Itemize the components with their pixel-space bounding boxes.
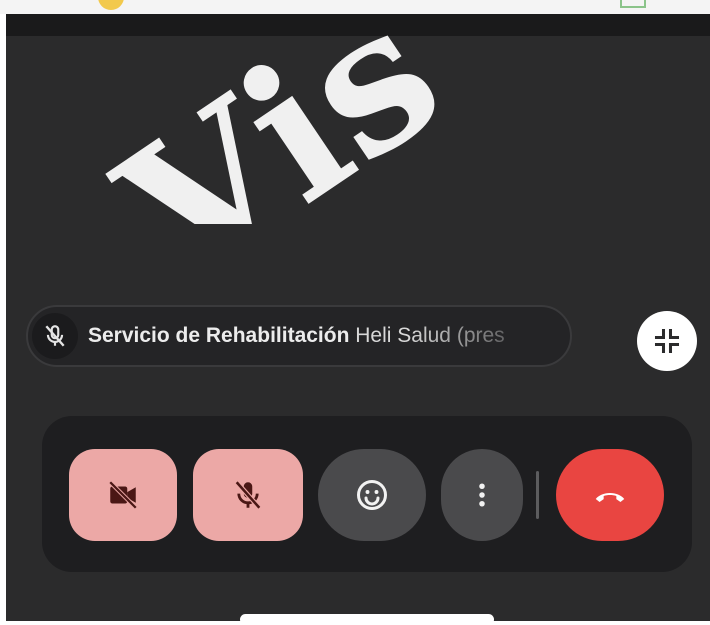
phone-hangup-icon [595,493,625,502]
participant-name-primary: Servicio de Rehabilitación [88,324,350,347]
emoji-icon [357,480,387,510]
participant-name-truncated: Heli Salud (pres [355,324,505,347]
control-divider [536,471,539,519]
status-indicator-icon [98,0,124,10]
mic-off-icon [32,313,78,359]
home-indicator[interactable] [240,614,494,625]
mic-off-icon [234,480,262,510]
call-screen: Vis Servicio de Rehabilitación Heli Salu… [6,14,710,625]
participant-name-pill: Servicio de Rehabilitación Heli Salud (p… [26,305,572,367]
camera-off-icon [108,480,138,510]
reactions-button[interactable] [318,449,426,541]
collapse-icon [654,328,680,354]
battery-icon [620,0,646,8]
mic-toggle-button[interactable] [193,449,303,541]
camera-toggle-button[interactable] [69,449,177,541]
watermark-text: Vis [82,14,476,224]
call-control-bar [42,416,692,572]
participant-name: Servicio de Rehabilitación Heli Salud (p… [88,324,505,348]
end-call-button[interactable] [556,449,664,541]
more-vertical-icon [479,483,485,507]
collapse-view-button[interactable] [637,311,697,371]
more-options-button[interactable] [441,449,523,541]
screen-top-bar [6,14,710,36]
watermark: Vis [82,14,476,224]
status-bar [0,0,710,14]
